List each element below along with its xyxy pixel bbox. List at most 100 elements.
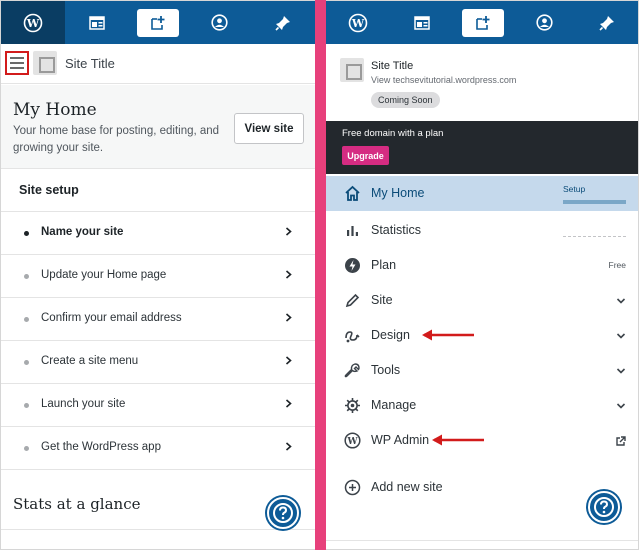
help-button[interactable]: [588, 491, 620, 523]
setup-badge: Setup: [563, 184, 586, 194]
sidebar-item-label: Add new site: [371, 480, 443, 494]
wordpress-logo-button[interactable]: W: [1, 1, 65, 44]
masterbar: W: [326, 1, 638, 44]
svg-text:W: W: [26, 17, 40, 30]
task-update-home-page[interactable]: Update your Home page: [1, 255, 315, 298]
panel-divider: [315, 0, 326, 550]
reader-icon: [414, 15, 430, 30]
sidebar-item-my-home[interactable]: My Home Setup: [326, 176, 638, 211]
task-label: Get the WordPress app: [41, 441, 161, 453]
bullet-icon: [24, 317, 29, 322]
bullet-icon: [24, 274, 29, 279]
external-link-icon: [616, 436, 626, 446]
chevron-right-icon: [285, 399, 292, 408]
profile-button[interactable]: [512, 1, 576, 44]
masterbar: W: [1, 1, 315, 44]
reader-button[interactable]: [390, 1, 454, 44]
plan-badge: Free: [608, 260, 626, 270]
task-label: Create a site menu: [41, 355, 139, 367]
svg-text:W: W: [346, 437, 358, 447]
sidebar-item-site[interactable]: Site: [326, 283, 638, 318]
view-site-button[interactable]: View site: [234, 113, 304, 144]
task-name-your-site[interactable]: Name your site: [1, 212, 315, 255]
chevron-down-icon: [616, 298, 626, 304]
annotation-arrow-wp-admin: [432, 434, 484, 446]
sidebar-item-statistics[interactable]: Statistics: [326, 213, 638, 248]
left-panel: W Site Title My Home Your home base for …: [1, 1, 315, 549]
upgrade-button[interactable]: Upgrade: [342, 146, 389, 165]
bullet-icon: [24, 360, 29, 365]
pencil-icon: [345, 293, 360, 308]
profile-icon: [535, 14, 553, 31]
sidebar-item-tools[interactable]: Tools: [326, 353, 638, 388]
task-label: Name your site: [41, 226, 124, 238]
sidebar-item-label: Statistics: [371, 223, 422, 237]
wordpress-logo-button[interactable]: W: [326, 1, 390, 44]
notifications-button[interactable]: [251, 1, 315, 44]
sidebar-item-plan[interactable]: Plan Free: [326, 248, 638, 283]
page-title: My Home: [13, 100, 97, 120]
chevron-down-icon: [616, 368, 626, 374]
sidebar-item-label: Site: [371, 293, 393, 307]
new-post-button[interactable]: [454, 1, 512, 44]
notifications-icon: [599, 15, 614, 31]
site-title: Site Title: [65, 56, 115, 71]
notifications-icon: [275, 15, 290, 31]
new-post-icon: [151, 15, 165, 30]
home-icon: [345, 185, 360, 201]
sidebar-item-label: Design: [371, 328, 410, 342]
help-icon: [594, 497, 614, 517]
help-button[interactable]: [267, 497, 299, 529]
task-label: Update your Home page: [41, 269, 167, 281]
design-icon: [345, 331, 360, 343]
bullet-icon: [24, 231, 29, 236]
menu-toggle-button[interactable]: [5, 51, 29, 75]
task-create-site-menu[interactable]: Create a site menu: [1, 341, 315, 384]
status-badge: Coming Soon: [371, 92, 440, 108]
stats-sparkline: [563, 236, 626, 237]
chevron-right-icon: [285, 270, 292, 279]
wrench-icon: [344, 363, 360, 378]
right-panel: W Site Title View techsevitutorial.wordp…: [326, 1, 638, 549]
plan-icon: [345, 258, 360, 273]
page-subtitle: Your home base for posting, editing, and…: [13, 125, 220, 154]
sidebar-item-design[interactable]: Design: [326, 318, 638, 353]
chevron-right-icon: [285, 356, 292, 365]
task-label: Launch your site: [41, 398, 126, 410]
divider: [326, 540, 638, 541]
sidebar-item-label: Manage: [371, 398, 417, 412]
chevron-right-icon: [285, 227, 292, 236]
site-icon: [33, 51, 57, 75]
site-bar: Site Title: [1, 44, 315, 84]
sidebar-item-manage[interactable]: Manage: [326, 388, 638, 423]
site-title: Site Title: [371, 60, 414, 72]
promo-text: Free domain with a plan: [342, 128, 444, 139]
notifications-button[interactable]: [576, 1, 638, 44]
chevron-right-icon: [285, 442, 292, 451]
bullet-icon: [24, 446, 29, 451]
setup-progress-bar: [563, 200, 626, 204]
stats-heading: Stats at a glance: [13, 495, 141, 513]
reader-icon: [89, 15, 105, 30]
sidebar-item-label: Plan: [371, 258, 397, 272]
task-confirm-email[interactable]: Confirm your email address: [1, 298, 315, 341]
gear-icon: [345, 398, 360, 413]
reader-button[interactable]: [65, 1, 129, 44]
stats-icon: [347, 226, 358, 236]
upgrade-banner: Free domain with a plan Upgrade: [326, 121, 638, 174]
site-card[interactable]: Site Title View techsevitutorial.wordpre…: [326, 44, 638, 121]
task-launch-site[interactable]: Launch your site: [1, 384, 315, 427]
site-url[interactable]: View techsevitutorial.wordpress.com: [371, 75, 516, 85]
profile-button[interactable]: [187, 1, 251, 44]
site-setup-title: Site setup: [19, 183, 79, 197]
task-get-app[interactable]: Get the WordPress app: [1, 427, 315, 470]
wordpress-icon: W: [23, 13, 43, 32]
site-setup-header: Site setup: [1, 169, 315, 212]
sidebar-item-label: Tools: [371, 363, 401, 377]
wordpress-icon: W: [348, 13, 368, 32]
new-post-icon: [476, 15, 490, 30]
task-label: Confirm your email address: [41, 312, 182, 324]
bullet-icon: [24, 403, 29, 408]
sidebar-item-label: My Home: [371, 186, 425, 200]
new-post-button[interactable]: [129, 1, 187, 44]
